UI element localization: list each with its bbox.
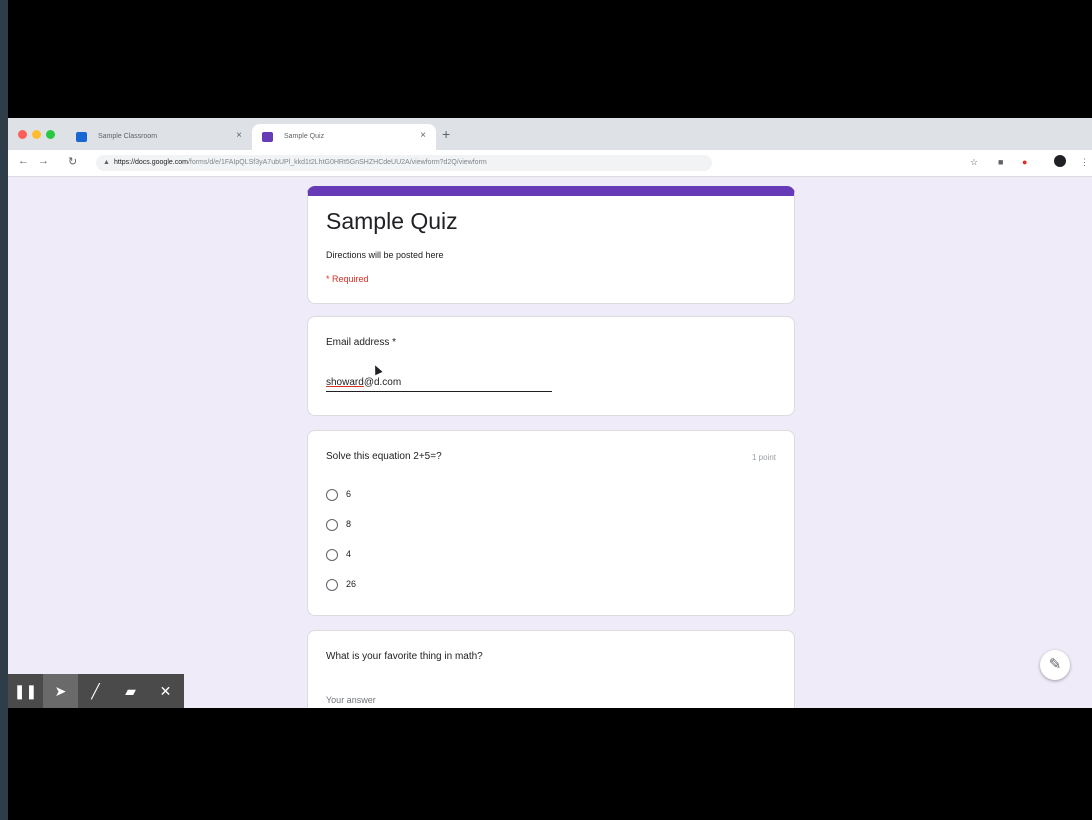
radio-option[interactable]: 6	[326, 487, 351, 501]
question-text: What is your favorite thing in math?	[326, 651, 483, 662]
classroom-favicon-icon	[76, 132, 87, 142]
form-title: Sample Quiz	[326, 208, 458, 234]
close-icon[interactable]: ✕	[148, 674, 183, 708]
tab-label: Sample Quiz	[284, 133, 325, 140]
plus-icon[interactable]: +	[442, 126, 450, 142]
cursor-icon[interactable]: ➤	[43, 674, 78, 708]
radio-icon[interactable]	[326, 548, 338, 561]
maximize-window-dot[interactable]	[46, 130, 55, 139]
star-icon[interactable]: ☆	[970, 157, 978, 168]
points-label: 1 point	[751, 453, 776, 462]
short-answer-input[interactable]: Your answer	[326, 695, 376, 705]
question-text: Solve this equation 2+5=?	[326, 451, 442, 462]
avatar[interactable]	[1054, 155, 1066, 167]
browser-toolbar: ← → ↻ ▲ https://docs.google.com/forms/d/…	[8, 150, 1092, 177]
pause-icon[interactable]: ❚❚	[8, 674, 43, 708]
highlighter-icon[interactable]: ▰	[113, 674, 148, 708]
extension-red-icon[interactable]: ●	[1022, 157, 1027, 167]
pen-icon[interactable]: ╱	[78, 674, 113, 708]
pencil-icon[interactable]: ✎	[1040, 650, 1070, 680]
browser-window: Sample Classroom × Sample Quiz × + ← → ↻…	[8, 118, 1092, 708]
tab-bar: Sample Classroom × Sample Quiz × +	[8, 118, 1092, 150]
email-field[interactable]: showard@d.com	[326, 377, 552, 392]
reload-icon[interactable]: ↻	[68, 155, 77, 168]
forms-favicon-icon	[262, 132, 273, 142]
tab-sample-quiz[interactable]: Sample Quiz ×	[252, 124, 436, 150]
tab-label: Sample Classroom	[98, 133, 158, 140]
equation-question-card: Solve this equation 2+5=? 1 point 6 8 4 …	[307, 430, 795, 616]
form-header-card: Sample Quiz Directions will be posted he…	[307, 186, 795, 304]
url-host: https://docs.google.com	[114, 159, 188, 166]
close-tab-icon[interactable]: ×	[236, 130, 242, 141]
lock-icon: ▲	[103, 159, 110, 166]
email-value-underlined: showard	[326, 377, 364, 388]
annotation-toolbar: ❚❚ ➤ ╱ ▰ ✕	[8, 674, 184, 708]
form-description: Directions will be posted here	[326, 250, 444, 260]
radio-icon[interactable]	[326, 488, 338, 501]
close-window-dot[interactable]	[18, 130, 27, 139]
email-question-card: Email address * showard@d.com	[307, 316, 795, 416]
radio-option[interactable]: 4	[326, 547, 351, 561]
url-path: /forms/d/e/1FAIpQLSf3yA7ubUPl_kkd1t2LhtG…	[187, 159, 487, 166]
email-label: Email address *	[326, 337, 397, 348]
required-note: * Required	[326, 274, 369, 284]
address-bar[interactable]: ▲ https://docs.google.com/forms/d/e/1FAI…	[96, 155, 712, 171]
minimize-window-dot[interactable]	[32, 130, 41, 139]
mouse-cursor-icon	[371, 363, 383, 376]
radio-icon[interactable]	[326, 578, 338, 591]
radio-option[interactable]: 26	[326, 577, 356, 591]
back-icon[interactable]: ←	[18, 155, 29, 167]
form-page: Sample Quiz Directions will be posted he…	[8, 176, 1092, 708]
radio-icon[interactable]	[326, 518, 338, 531]
favorite-math-question-card: What is your favorite thing in math? You…	[307, 630, 795, 708]
email-value-rest: @d.com	[363, 377, 402, 388]
tab-sample-classroom[interactable]: Sample Classroom ×	[66, 124, 252, 150]
forward-icon[interactable]: →	[38, 155, 49, 167]
close-tab-icon[interactable]: ×	[420, 130, 426, 141]
radio-option[interactable]: 8	[326, 517, 351, 531]
menu-icon[interactable]: ⋮	[1080, 157, 1089, 168]
extension-icon[interactable]: ■	[998, 157, 1003, 167]
